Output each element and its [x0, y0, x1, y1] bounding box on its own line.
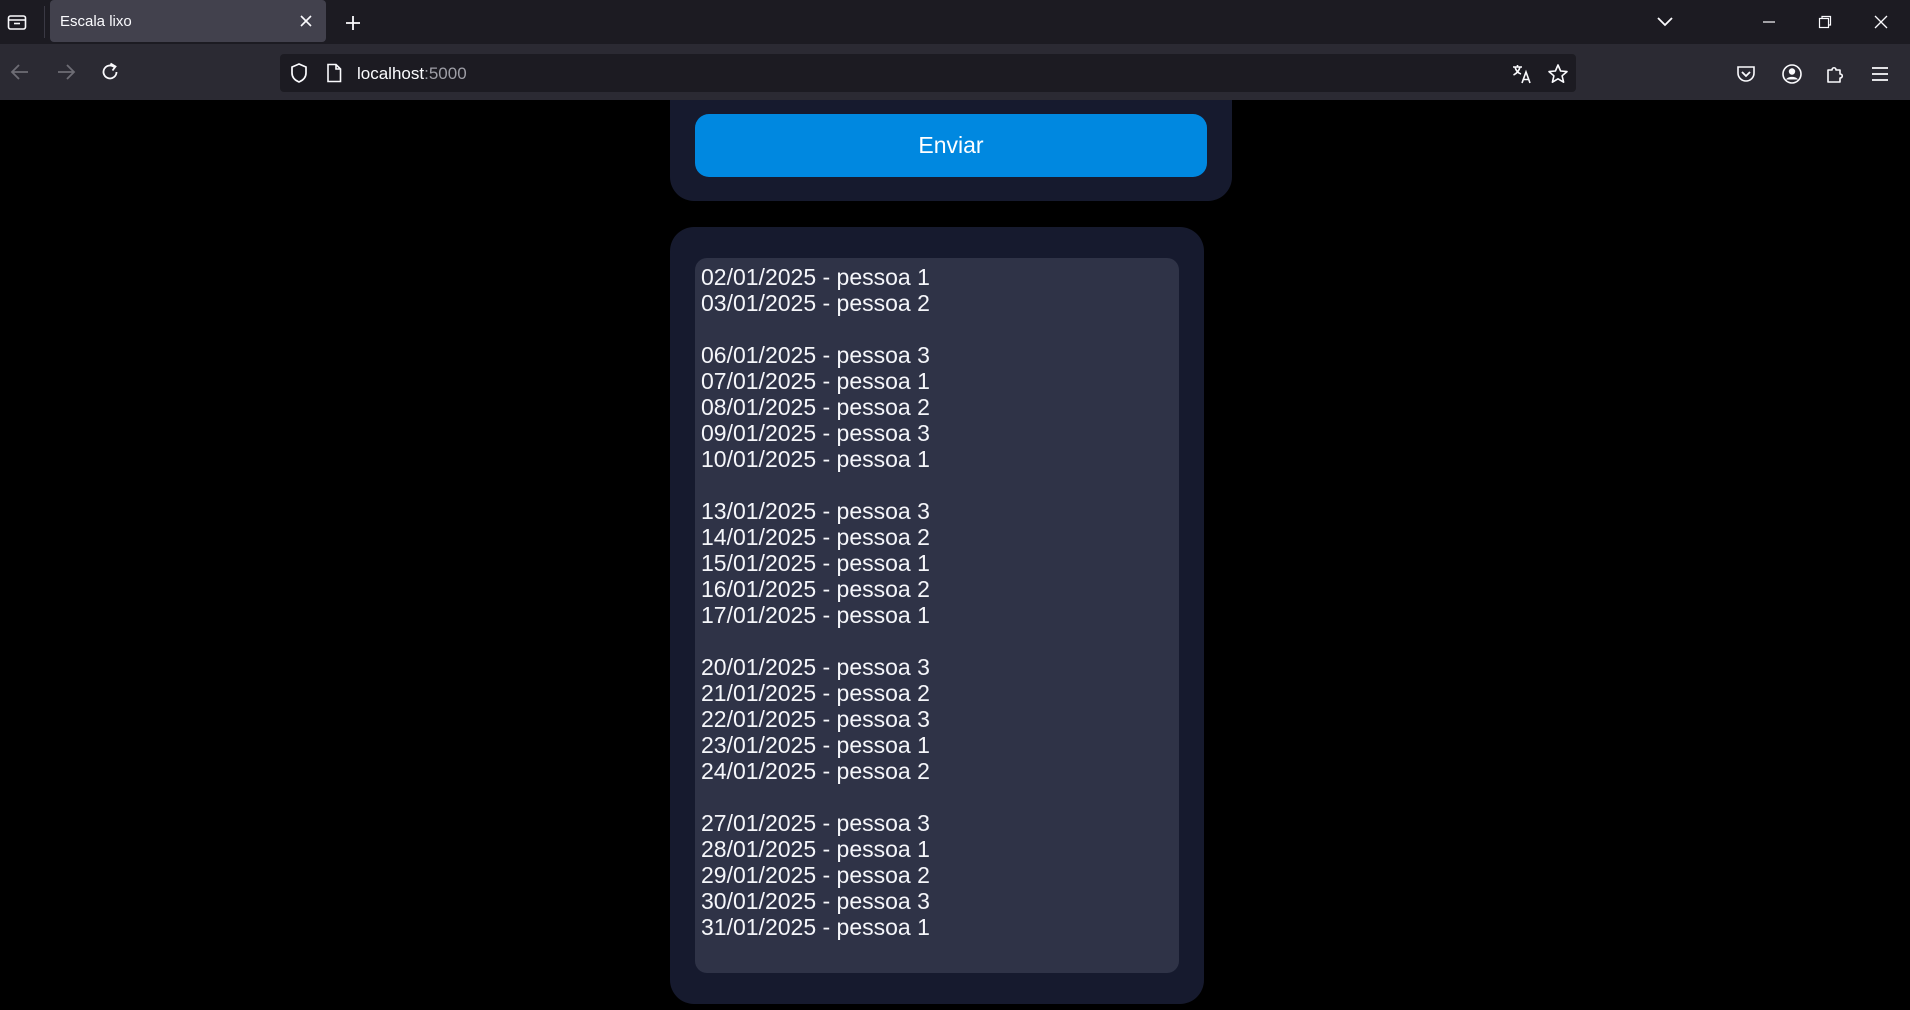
schedule-entry: 14/01/2025 - pessoa 2	[701, 524, 930, 550]
schedule-blank-line	[701, 784, 1173, 810]
schedule-entry: 23/01/2025 - pessoa 1	[701, 732, 930, 758]
account-icon[interactable]	[1780, 62, 1804, 86]
schedule-entry: 13/01/2025 - pessoa 3	[701, 498, 930, 524]
schedule-entry: 06/01/2025 - pessoa 3	[701, 342, 930, 368]
schedule-entry: 24/01/2025 - pessoa 2	[701, 758, 930, 784]
schedule-entry: 27/01/2025 - pessoa 3	[701, 810, 930, 836]
restore-icon[interactable]	[1810, 8, 1840, 36]
page-icon[interactable]	[324, 62, 344, 84]
schedule-entry: 31/01/2025 - pessoa 1	[701, 914, 930, 940]
schedule-entry: 22/01/2025 - pessoa 3	[701, 706, 930, 732]
schedule-entry: 08/01/2025 - pessoa 2	[701, 394, 930, 420]
send-button[interactable]: Enviar	[695, 114, 1207, 177]
browser-tab-bar: Escala lixo	[0, 0, 1910, 44]
close-window-icon[interactable]	[1866, 8, 1896, 36]
schedule-entry: 30/01/2025 - pessoa 3	[701, 888, 930, 914]
schedule-output[interactable]: 02/01/2025 - pessoa 1 03/01/2025 - pessoa…	[695, 258, 1179, 973]
reload-icon[interactable]	[96, 58, 124, 86]
schedule-entry: 02/01/2025 - pessoa 1	[701, 264, 930, 290]
extensions-icon[interactable]	[1824, 62, 1848, 86]
close-tab-icon[interactable]	[296, 11, 316, 31]
menu-icon[interactable]	[1868, 62, 1892, 86]
schedule-entry: 28/01/2025 - pessoa 1	[701, 836, 930, 862]
tab-title: Escala lixo	[60, 12, 132, 30]
schedule-entry: 07/01/2025 - pessoa 1	[701, 368, 930, 394]
schedule-entry: 29/01/2025 - pessoa 2	[701, 862, 930, 888]
schedule-blank-line	[701, 472, 1173, 498]
schedule-entry: 17/01/2025 - pessoa 1	[701, 602, 930, 628]
schedule-entry: 16/01/2025 - pessoa 2	[701, 576, 930, 602]
minimize-icon[interactable]	[1754, 8, 1784, 36]
url-text[interactable]: localhost:5000	[357, 64, 467, 84]
list-all-tabs-icon[interactable]	[1650, 8, 1680, 36]
schedule-blank-line	[701, 628, 1173, 654]
schedule-entry: 21/01/2025 - pessoa 2	[701, 680, 930, 706]
url-bar[interactable]	[280, 54, 1576, 92]
bookmark-star-icon[interactable]	[1546, 62, 1570, 86]
tab-overview-icon[interactable]	[4, 10, 30, 34]
url-port: :5000	[424, 64, 467, 83]
translate-icon[interactable]	[1510, 62, 1534, 86]
schedule-entry: 03/01/2025 - pessoa 2	[701, 290, 930, 316]
tab-separator	[44, 6, 45, 38]
forward-icon[interactable]	[52, 58, 80, 86]
url-host: localhost	[357, 64, 425, 83]
shield-icon[interactable]	[288, 62, 310, 84]
schedule-blank-line	[701, 316, 1173, 342]
browser-tab[interactable]: Escala lixo	[50, 0, 326, 42]
pocket-icon[interactable]	[1734, 62, 1758, 86]
schedule-entry: 10/01/2025 - pessoa 1	[701, 446, 930, 472]
new-tab-icon[interactable]	[341, 11, 365, 35]
schedule-entry: 20/01/2025 - pessoa 3	[701, 654, 930, 680]
schedule-entry: 09/01/2025 - pessoa 3	[701, 420, 930, 446]
schedule-entry: 15/01/2025 - pessoa 1	[701, 550, 930, 576]
back-icon[interactable]	[6, 58, 34, 86]
